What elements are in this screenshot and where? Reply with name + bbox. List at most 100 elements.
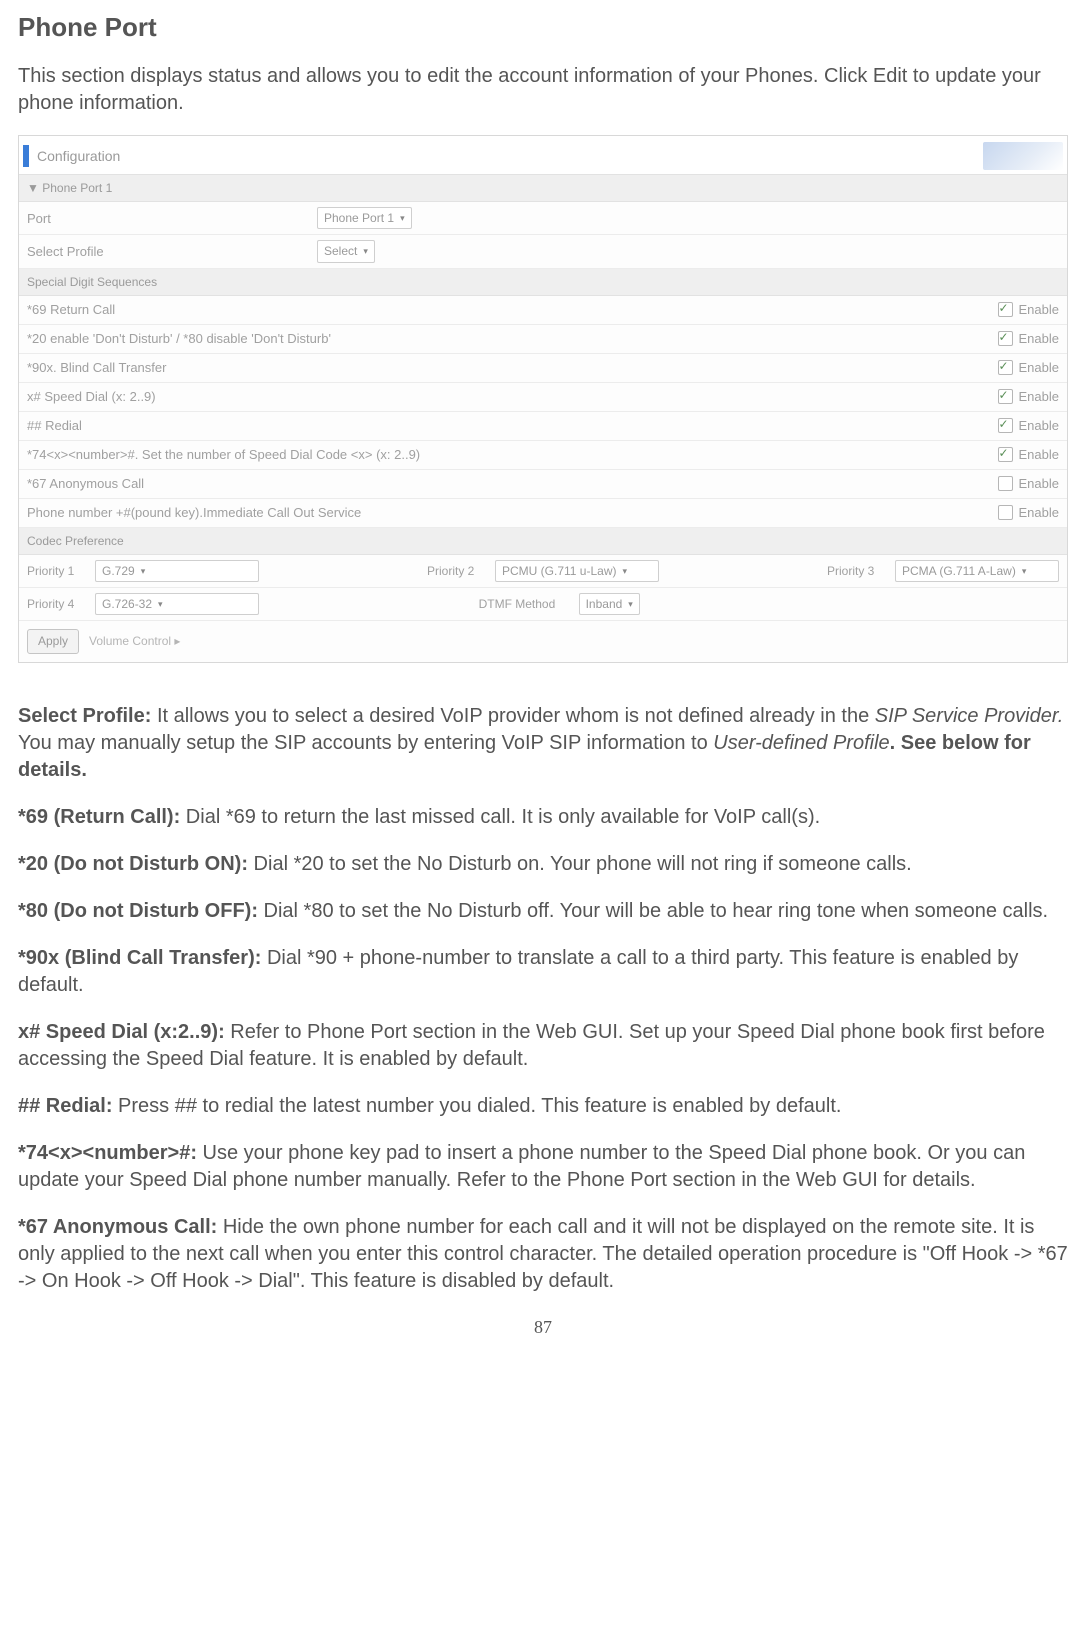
select-profile-head: Select Profile: bbox=[18, 705, 151, 727]
profile-select-value: Select bbox=[324, 243, 357, 259]
special-digit-label: *74<x><number>#. Set the number of Speed… bbox=[27, 446, 998, 464]
priority2-select[interactable]: PCMU (G.711 u-Law) ▾ bbox=[495, 560, 659, 582]
special-digit-row: ## Redial Enable bbox=[19, 412, 1067, 441]
t: Press ## to redial the latest number you… bbox=[112, 1095, 841, 1117]
profile-label: Select Profile bbox=[27, 243, 317, 261]
config-header-label: Configuration bbox=[37, 147, 983, 166]
port-select-value: Phone Port 1 bbox=[324, 210, 394, 226]
special-digit-label: *20 enable 'Don't Disturb' / *80 disable… bbox=[27, 330, 998, 348]
priority3-value: PCMA (G.711 A-Law) bbox=[902, 563, 1016, 579]
special-digit-row: *90x. Blind Call Transfer Enable bbox=[19, 354, 1067, 383]
page-number: 87 bbox=[18, 1315, 1068, 1339]
h: *80 (Do not Disturb OFF): bbox=[18, 900, 258, 922]
para-67: *67 Anonymous Call: Hide the own phone n… bbox=[18, 1214, 1068, 1295]
t: You may manually setup the SIP accounts … bbox=[18, 732, 713, 754]
h: *67 Anonymous Call: bbox=[18, 1216, 217, 1238]
config-header: Configuration bbox=[19, 136, 1067, 175]
enable-checkbox[interactable] bbox=[998, 418, 1013, 433]
enable-label: Enable bbox=[1019, 417, 1059, 435]
chevron-down-icon: ▾ bbox=[363, 245, 368, 257]
priority1-label: Priority 1 bbox=[27, 563, 85, 579]
port-label: Port bbox=[27, 210, 317, 228]
dtmf-label: DTMF Method bbox=[479, 596, 569, 612]
chevron-down-icon: ▾ bbox=[628, 598, 633, 610]
t: Dial *20 to set the No Disturb on. Your … bbox=[248, 853, 912, 875]
para-69: *69 (Return Call): Dial *69 to return th… bbox=[18, 804, 1068, 831]
special-digit-row: Phone number +#(pound key).Immediate Cal… bbox=[19, 499, 1067, 528]
section-codec-preference: Codec Preference bbox=[19, 528, 1067, 555]
enable-checkbox[interactable] bbox=[998, 447, 1013, 462]
special-digit-label: Phone number +#(pound key).Immediate Cal… bbox=[27, 504, 998, 522]
para-90x: *90x (Blind Call Transfer): Dial *90 + p… bbox=[18, 945, 1068, 999]
h: *69 (Return Call): bbox=[18, 806, 180, 828]
enable-label: Enable bbox=[1019, 359, 1059, 377]
h: x# Speed Dial (x:2..9): bbox=[18, 1021, 225, 1043]
section-special-digit: Special Digit Sequences bbox=[19, 269, 1067, 296]
config-footer: Apply Volume Control ▸ bbox=[19, 621, 1067, 661]
chevron-down-icon: ▾ bbox=[1022, 565, 1027, 577]
section-phone-port-1: ▼ Phone Port 1 bbox=[19, 175, 1067, 202]
row-port: Port Phone Port 1 ▾ bbox=[19, 202, 1067, 235]
enable-checkbox[interactable] bbox=[998, 331, 1013, 346]
enable-checkbox[interactable] bbox=[998, 389, 1013, 404]
row-select-profile: Select Profile Select ▾ bbox=[19, 235, 1067, 268]
dtmf-value: Inband bbox=[586, 596, 623, 612]
special-digit-label: ## Redial bbox=[27, 417, 998, 435]
header-image bbox=[983, 142, 1063, 170]
chevron-down-icon: ▾ bbox=[622, 565, 627, 577]
profile-select[interactable]: Select ▾ bbox=[317, 240, 375, 262]
enable-checkbox[interactable] bbox=[998, 302, 1013, 317]
intro-text: This section displays status and allows … bbox=[18, 63, 1068, 117]
special-digit-row: *74<x><number>#. Set the number of Speed… bbox=[19, 441, 1067, 470]
enable-checkbox[interactable] bbox=[998, 505, 1013, 520]
config-screenshot: Configuration ▼ Phone Port 1 Port Phone … bbox=[18, 135, 1068, 663]
dtmf-select[interactable]: Inband ▾ bbox=[579, 593, 640, 615]
header-accent bbox=[23, 145, 29, 167]
volume-control-link[interactable]: Volume Control ▸ bbox=[89, 633, 180, 649]
priority2-value: PCMU (G.711 u-Law) bbox=[502, 563, 616, 579]
chevron-down-icon: ▾ bbox=[400, 212, 405, 224]
priority4-value: G.726-32 bbox=[102, 596, 152, 612]
special-digit-label: *90x. Blind Call Transfer bbox=[27, 359, 998, 377]
t: It allows you to select a desired VoIP p… bbox=[151, 705, 874, 727]
special-digit-label: *69 Return Call bbox=[27, 301, 998, 319]
chevron-down-icon: ▾ bbox=[141, 565, 146, 577]
t: User-defined Profile bbox=[713, 732, 889, 754]
t: Dial *80 to set the No Disturb off. Your… bbox=[258, 900, 1048, 922]
codec-row-2: Priority 4 G.726-32 ▾ DTMF Method Inband… bbox=[19, 588, 1067, 621]
special-digit-row: *69 Return Call Enable bbox=[19, 296, 1067, 325]
t: SIP Service Provider. bbox=[875, 705, 1064, 727]
special-digit-row: *67 Anonymous Call Enable bbox=[19, 470, 1067, 499]
port-select[interactable]: Phone Port 1 ▾ bbox=[317, 207, 412, 229]
enable-checkbox[interactable] bbox=[998, 476, 1013, 491]
enable-label: Enable bbox=[1019, 446, 1059, 464]
priority1-value: G.729 bbox=[102, 563, 135, 579]
priority4-label: Priority 4 bbox=[27, 596, 85, 612]
para-20: *20 (Do not Disturb ON): Dial *20 to set… bbox=[18, 851, 1068, 878]
para-74: *74<x><number>#: Use your phone key pad … bbox=[18, 1140, 1068, 1194]
priority4-select[interactable]: G.726-32 ▾ bbox=[95, 593, 259, 615]
t: Dial *69 to return the last missed call.… bbox=[180, 806, 820, 828]
enable-label: Enable bbox=[1019, 504, 1059, 522]
enable-label: Enable bbox=[1019, 301, 1059, 319]
h: ## Redial: bbox=[18, 1095, 112, 1117]
priority1-select[interactable]: G.729 ▾ bbox=[95, 560, 259, 582]
h: *20 (Do not Disturb ON): bbox=[18, 853, 248, 875]
special-digit-label: *67 Anonymous Call bbox=[27, 475, 998, 493]
special-digit-label: x# Speed Dial (x: 2..9) bbox=[27, 388, 998, 406]
chevron-down-icon: ▾ bbox=[158, 598, 163, 610]
priority2-label: Priority 2 bbox=[427, 563, 485, 579]
para-speed-dial: x# Speed Dial (x:2..9): Refer to Phone P… bbox=[18, 1019, 1068, 1073]
para-select-profile: Select Profile: It allows you to select … bbox=[18, 703, 1068, 784]
priority3-select[interactable]: PCMA (G.711 A-Law) ▾ bbox=[895, 560, 1059, 582]
enable-checkbox[interactable] bbox=[998, 360, 1013, 375]
special-digit-row: x# Speed Dial (x: 2..9)Enable bbox=[19, 383, 1067, 412]
codec-row-1: Priority 1 G.729 ▾ Priority 2 PCMU (G.71… bbox=[19, 555, 1067, 588]
para-80: *80 (Do not Disturb OFF): Dial *80 to se… bbox=[18, 898, 1068, 925]
apply-button[interactable]: Apply bbox=[27, 629, 79, 653]
priority3-label: Priority 3 bbox=[827, 563, 885, 579]
page-title: Phone Port bbox=[18, 10, 1068, 45]
h: *74<x><number>#: bbox=[18, 1142, 197, 1164]
enable-label: Enable bbox=[1019, 475, 1059, 493]
special-digit-row: *20 enable 'Don't Disturb' / *80 disable… bbox=[19, 325, 1067, 354]
